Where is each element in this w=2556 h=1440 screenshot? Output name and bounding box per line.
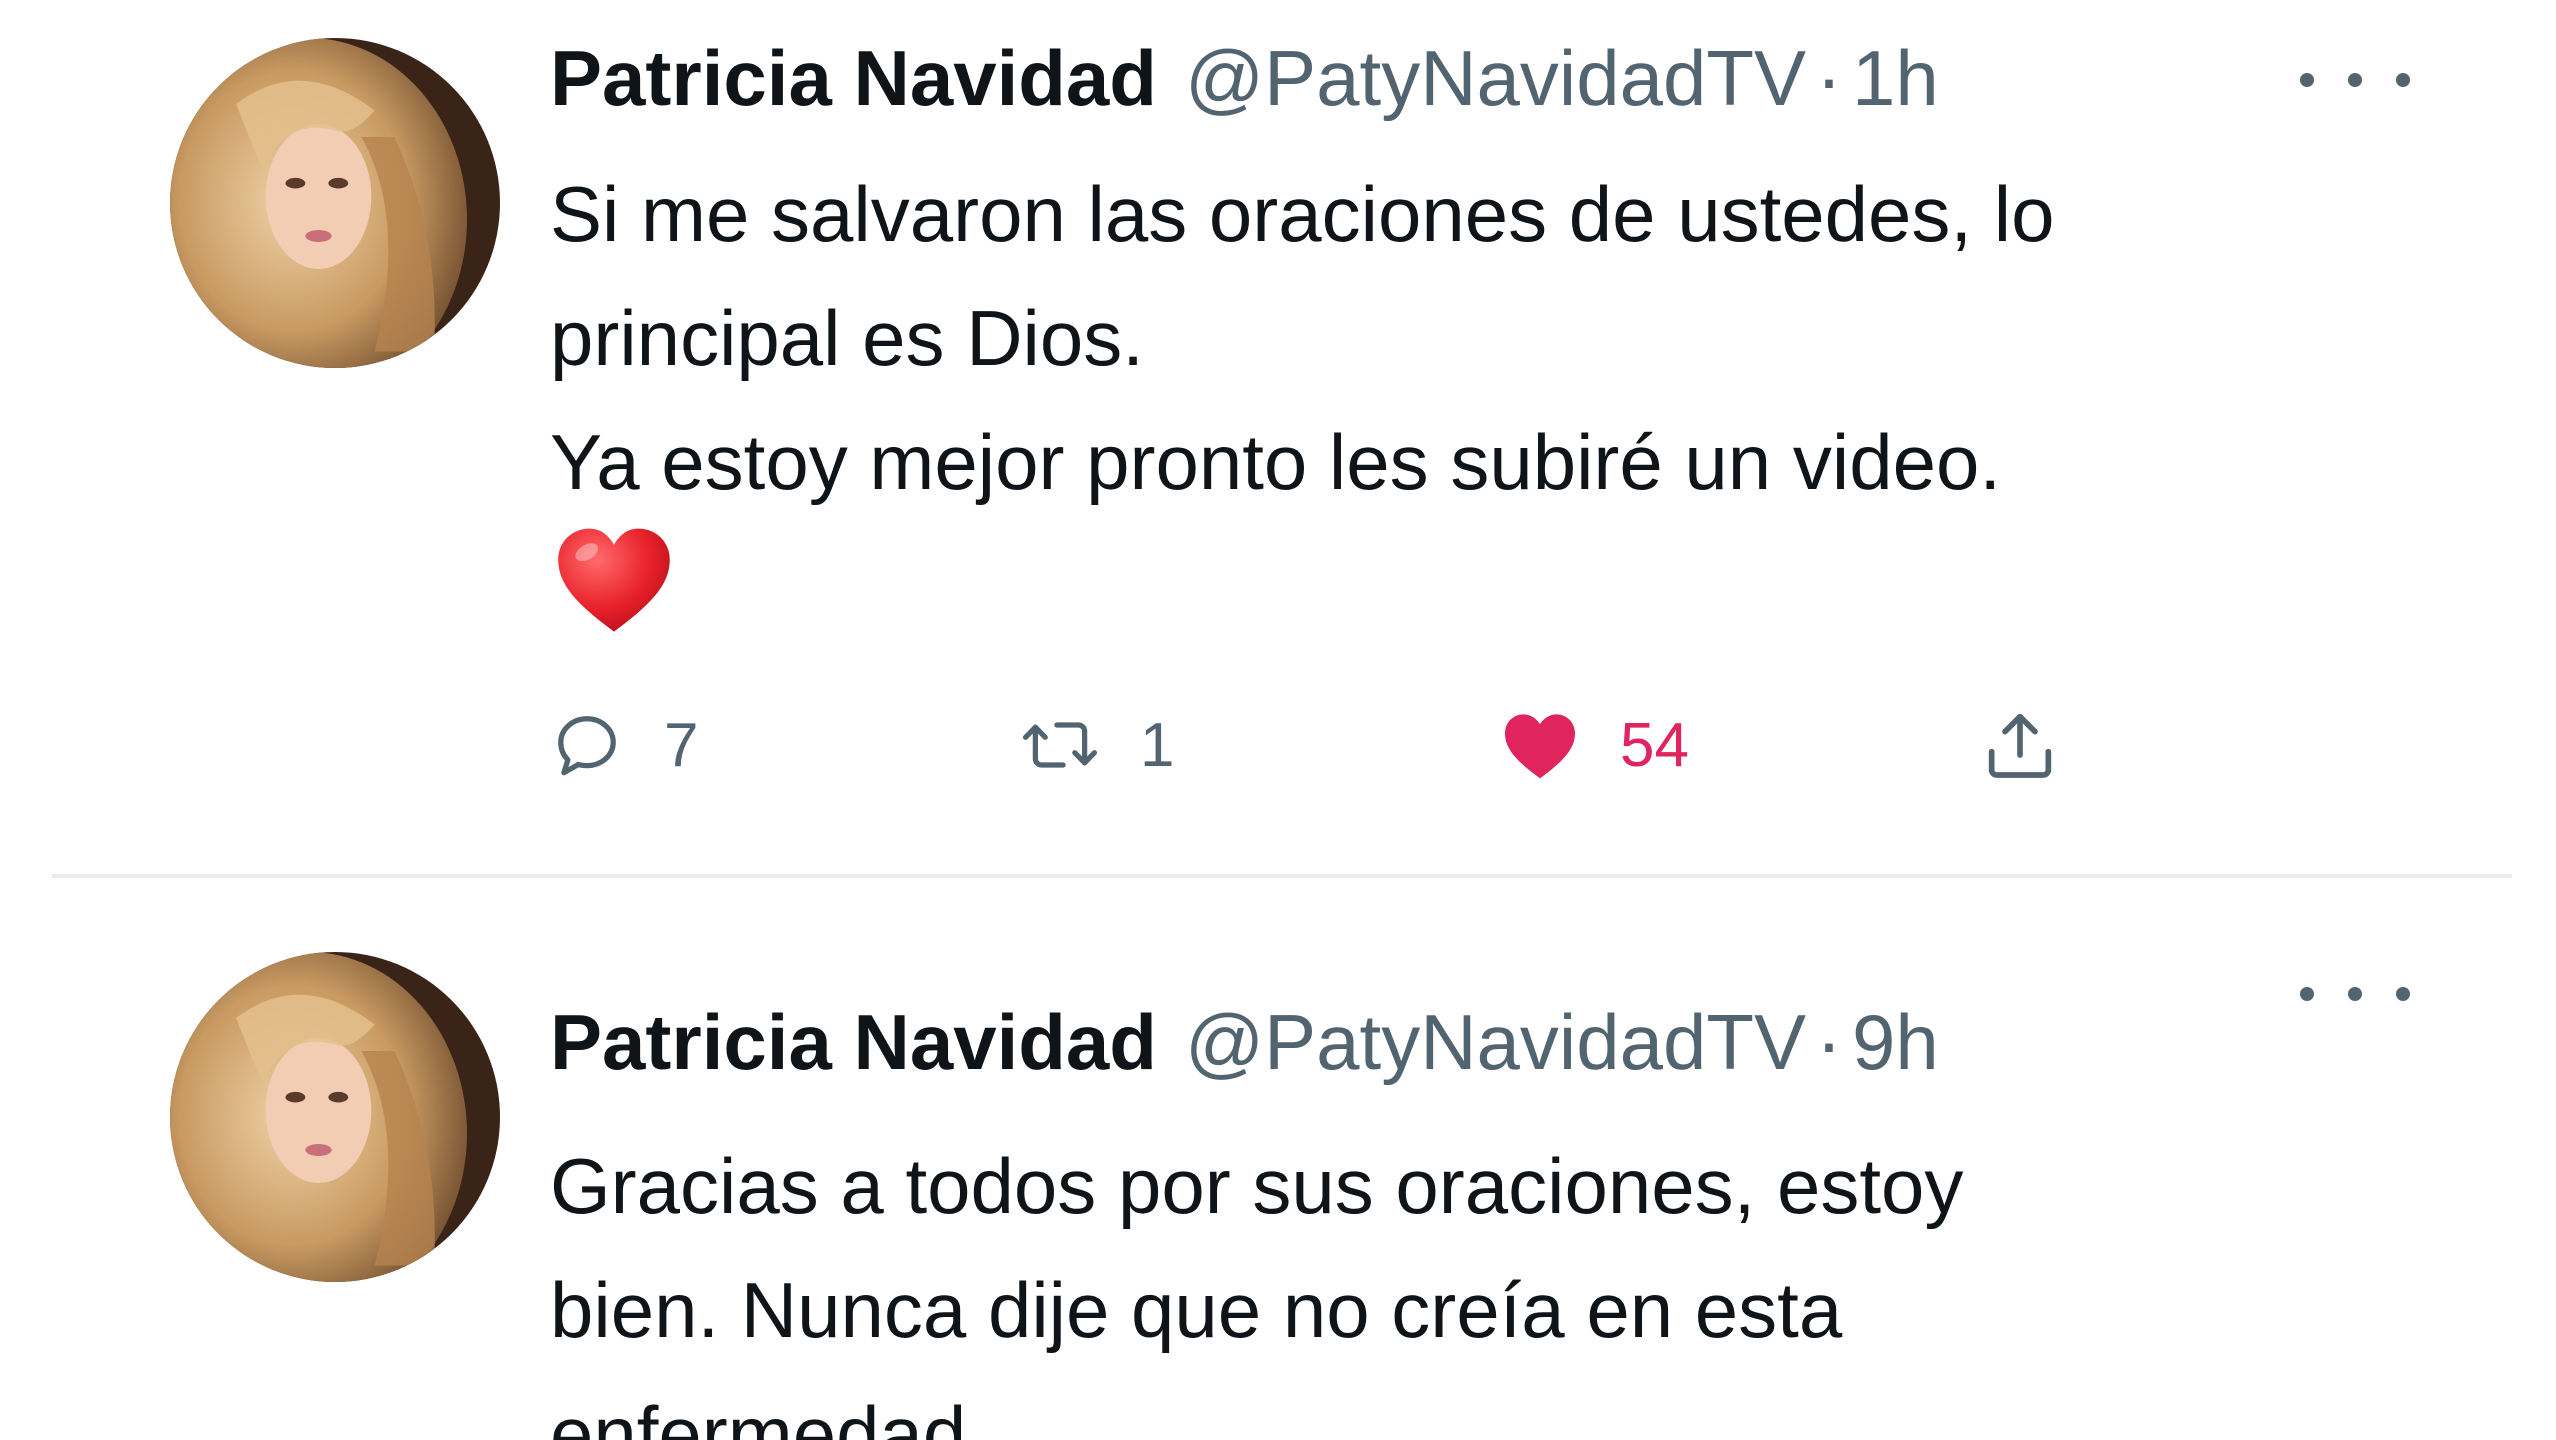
- tweet-text-line: bien. Nunca dije que no creía en esta: [550, 1266, 1843, 1354]
- avatar[interactable]: [170, 952, 500, 1282]
- like-button[interactable]: 54: [1500, 690, 1689, 800]
- author-handle[interactable]: @PatyNavidadTV: [1185, 28, 1806, 128]
- more-options-icon[interactable]: [2300, 50, 2410, 110]
- separator-dot: ·: [1816, 998, 1843, 1086]
- retweet-count: 1: [1140, 710, 1175, 780]
- tweet[interactable]: Patricia Navidad @PatyNavidadTV · 1h Si …: [0, 0, 2556, 880]
- reply-icon: [550, 708, 624, 782]
- tweet-text: Si me salvaron las oraciones de ustedes,…: [550, 152, 2450, 524]
- tweet-text-line: principal es Dios.: [550, 294, 1144, 382]
- author-name[interactable]: Patricia Navidad: [550, 28, 1157, 128]
- retweet-button[interactable]: 1: [1020, 690, 1174, 800]
- author-handle[interactable]: @PatyNavidadTV: [1185, 992, 1806, 1092]
- share-icon: [1980, 705, 2060, 785]
- tweet-text: Gracias a todos por sus oraciones, estoy…: [550, 1124, 2450, 1440]
- tweet-actions: 7 1 54: [550, 690, 2150, 800]
- avatar-image: [170, 38, 500, 368]
- retweet-icon: [1020, 708, 1100, 782]
- tweet-text-line: Ya estoy mejor pronto les subiré un vide…: [550, 418, 2001, 506]
- timestamp[interactable]: 1h: [1852, 28, 1939, 128]
- more-options-icon[interactable]: [2300, 964, 2410, 1024]
- heart-icon: [1500, 708, 1580, 782]
- red-heart-emoji-icon: [552, 520, 676, 644]
- reply-count: 7: [664, 710, 699, 780]
- author-name[interactable]: Patricia Navidad: [550, 992, 1157, 1092]
- tweet-header: Patricia Navidad @PatyNavidadTV · 1h: [550, 28, 1939, 128]
- reply-button[interactable]: 7: [550, 690, 698, 800]
- tweet-text-line: enfermedad.: [550, 1390, 988, 1440]
- like-count: 54: [1620, 710, 1689, 780]
- tweet[interactable]: Patricia Navidad @PatyNavidadTV · 9h Gra…: [0, 880, 2556, 1440]
- avatar-image: [170, 952, 500, 1282]
- tweet-header: Patricia Navidad @PatyNavidadTV · 9h: [550, 992, 1939, 1092]
- tweet-feed: Patricia Navidad @PatyNavidadTV · 1h Si …: [0, 0, 2556, 1440]
- timestamp[interactable]: 9h: [1852, 992, 1939, 1092]
- tweet-divider: [52, 874, 2512, 878]
- separator-dot: ·: [1816, 34, 1843, 122]
- tweet-text-line: Gracias a todos por sus oraciones, estoy: [550, 1142, 1964, 1230]
- avatar[interactable]: [170, 38, 500, 368]
- tweet-text-line: Si me salvaron las oraciones de ustedes,…: [550, 170, 2055, 258]
- share-button[interactable]: [1980, 690, 2060, 800]
